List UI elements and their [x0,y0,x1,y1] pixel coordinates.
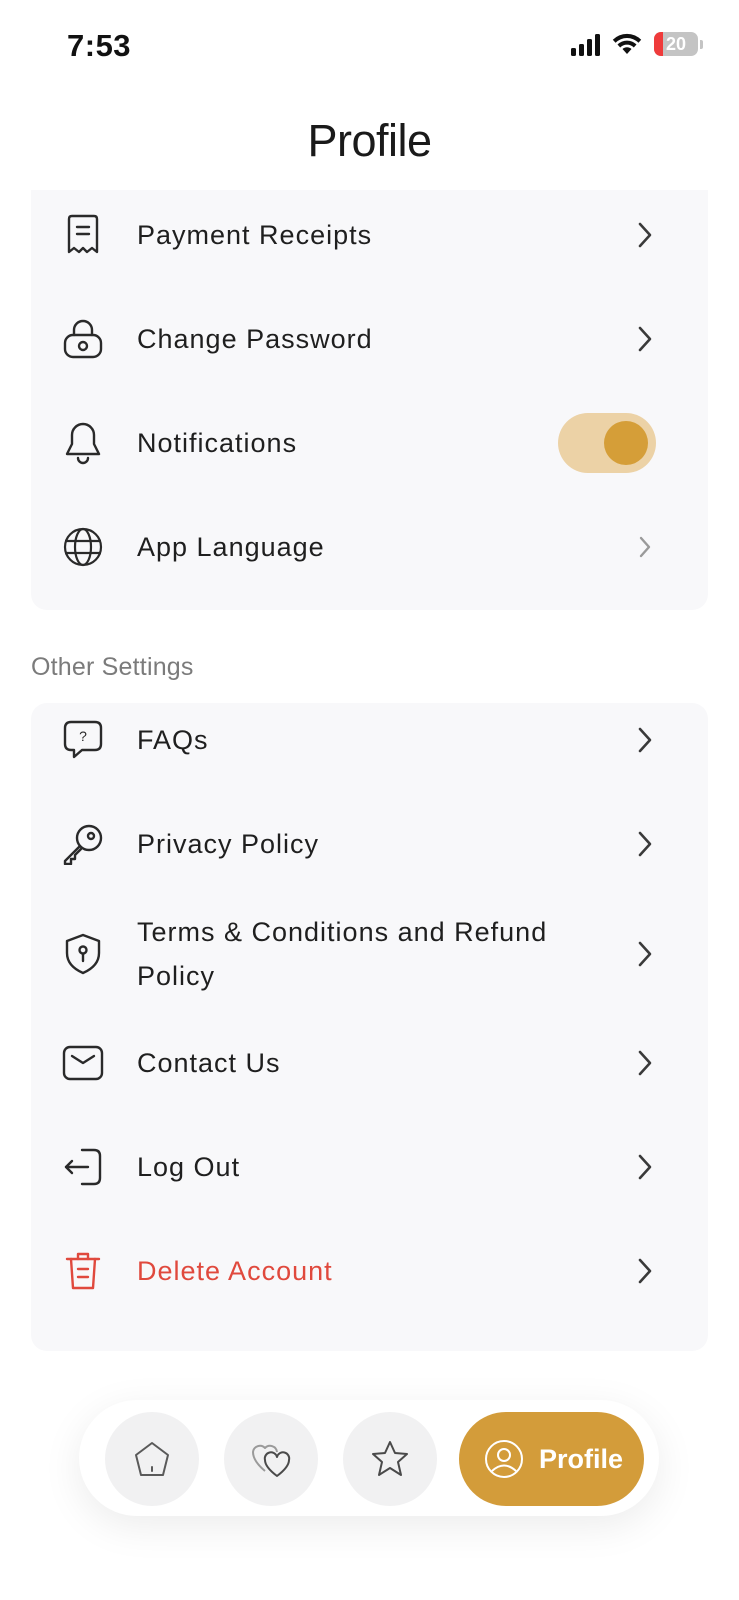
chevron-right-icon [635,725,655,755]
question-chat-icon: ? [62,719,104,761]
lock-icon [62,318,104,360]
nav-profile-label: Profile [539,1443,624,1474]
menu-item-log-out[interactable]: Log Out [31,1145,708,1189]
menu-item-label: Log Out [137,1152,241,1182]
chevron-right-icon [635,1256,655,1286]
nav-favorites-button[interactable] [224,1412,318,1506]
toggle-knob [604,421,648,465]
nav-starred-button[interactable] [343,1412,437,1506]
status-time: 7:53 [67,28,132,63]
menu-item-delete-account[interactable]: Delete Account [31,1249,708,1293]
cellular-signal-icon [571,32,600,56]
battery-icon: 20 [654,32,698,56]
battery-percent: 20 [665,33,687,54]
section-title-other-settings: Other Settings [31,653,194,681]
menu-item-label: Payment Receipts [137,220,373,250]
menu-item-change-password[interactable]: Change Password [31,317,708,361]
menu-item-label: App Language [137,532,325,562]
chevron-right-icon [635,1152,655,1182]
notifications-toggle[interactable] [558,413,656,473]
logout-icon [62,1146,104,1188]
menu-item-privacy-policy[interactable]: Privacy Policy [31,822,708,866]
home-icon [135,1442,169,1476]
menu-item-label: Notifications [137,428,298,458]
wifi-icon [612,33,642,54]
nav-home-button[interactable] [105,1412,199,1506]
menu-item-label: Terms & Conditions and Refund Policy [137,917,548,991]
receipt-icon [62,214,104,256]
bell-icon [62,422,104,465]
menu-item-contact-us[interactable]: Contact Us [31,1041,708,1085]
account-settings-card: Payment Receipts Change Password Notific… [31,190,708,610]
chevron-right-icon [635,829,655,859]
nav-profile-button[interactable]: Profile [459,1412,644,1506]
chevron-right-icon [635,532,655,562]
bottom-nav: Profile [79,1400,659,1516]
menu-item-payment-receipts[interactable]: Payment Receipts [31,213,708,257]
chevron-right-icon [635,939,655,969]
other-settings-card: ? FAQs Privacy Policy Terms & Conditions… [31,703,708,1351]
menu-item-label: Change Password [137,324,373,354]
menu-item-app-language[interactable]: App Language [31,525,708,569]
menu-item-label: Contact Us [137,1048,281,1078]
page-title: Profile [307,115,432,166]
profile-screen: 7:53 20 Profile Payment Receipts Change … [0,0,739,1600]
menu-item-label: Delete Account [137,1256,333,1286]
menu-item-label: Privacy Policy [137,829,320,859]
chevron-right-icon [635,220,655,250]
menu-item-notifications: Notifications [31,413,708,473]
menu-item-terms-conditions[interactable]: Terms & Conditions and Refund Policy [31,910,708,998]
key-icon [62,823,104,865]
chevron-right-icon [635,1048,655,1078]
chevron-right-icon [635,324,655,354]
trash-icon [62,1250,104,1292]
mail-icon [62,1042,104,1084]
battery-tip [700,39,703,49]
svg-text:?: ? [79,728,87,744]
status-icons: 20 [571,32,703,56]
menu-item-label: FAQs [137,725,209,755]
status-bar: 7:53 20 [0,0,739,95]
shield-icon [62,933,104,975]
star-icon [372,1441,408,1476]
globe-icon [62,526,104,568]
hearts-icon [252,1444,291,1477]
user-icon [485,1440,523,1478]
menu-item-faqs[interactable]: ? FAQs [31,718,708,762]
